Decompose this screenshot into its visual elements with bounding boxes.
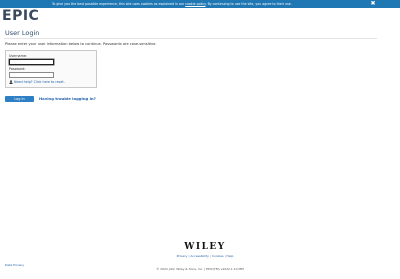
wiley-logo: WILEY (184, 242, 226, 252)
reset-password-link[interactable]: Need help? Click here to reset. (14, 80, 65, 84)
login-button[interactable]: Log In (5, 96, 34, 102)
cookie-consent-bar: To give you the best possible experience… (0, 0, 400, 8)
username-field[interactable] (9, 59, 54, 65)
footer-separator: | (209, 254, 211, 258)
footer-link-cookies[interactable]: Cookies (212, 254, 224, 258)
footer-link-accessibility[interactable]: Accessibility (190, 254, 208, 258)
username-label: Username: (9, 54, 27, 58)
cookie-message-before: To give you the best possible experience… (52, 2, 185, 6)
title-divider (4, 38, 377, 39)
password-label: Password: (9, 67, 26, 71)
footer-link-help[interactable]: Help (227, 254, 234, 258)
footer-separator: | (224, 254, 226, 258)
footer-link-privacy[interactable]: Privacy (177, 254, 188, 258)
user-icon (9, 80, 13, 84)
login-form: Username: Password: Need help? Click her… (5, 50, 97, 88)
cookie-policy-link[interactable]: cookie policy (185, 2, 205, 6)
password-reset-row: Need help? Click here to reset. (9, 80, 65, 84)
copyright-text: © 2022 John Wiley & Sons, Inc. | EPIC(TM… (156, 267, 244, 271)
epic-logo: EPIC (2, 8, 40, 24)
login-instructions: Please enter your user information below… (5, 42, 157, 46)
password-field[interactable] (9, 72, 54, 78)
close-icon[interactable]: ✖ (369, 0, 377, 8)
cookie-message-after: . By continuing to use the site, you agr… (205, 2, 292, 6)
cookie-message: To give you the best possible experience… (52, 0, 292, 8)
footer-links: Privacy | Accessibility | Cookies | Help (0, 254, 400, 258)
trouble-logging-in-link[interactable]: Having trouble logging in? (39, 96, 96, 102)
page-title: User Login (5, 29, 40, 37)
